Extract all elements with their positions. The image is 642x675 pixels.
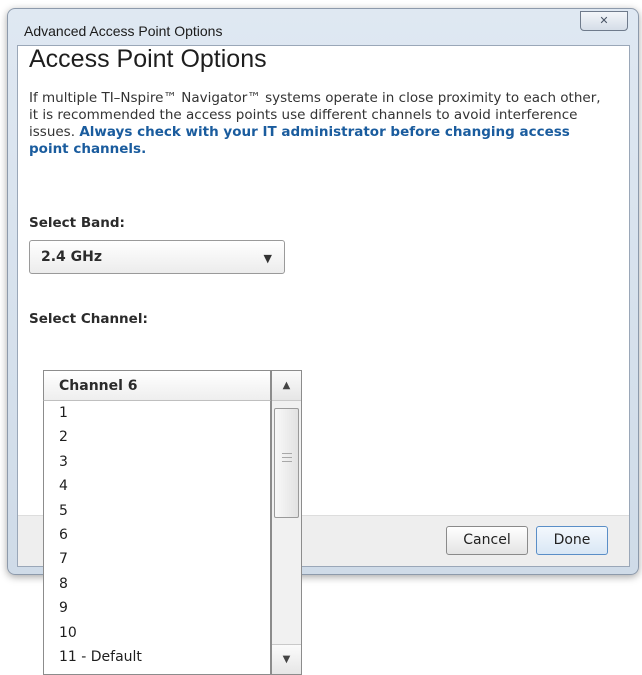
warning-text: Always check with your IT administrator … [29, 124, 570, 157]
description-text: If multiple TI–Nspire™ Navigator™ system… [29, 90, 609, 158]
title-bar[interactable]: Advanced Access Point Options ✕ [8, 9, 638, 47]
channel-options-list[interactable]: 1 2 3 4 5 6 7 8 9 10 11 - Default [43, 400, 271, 675]
channel-list-scrollbar[interactable]: ▲ ▼ [271, 370, 302, 675]
scroll-up-icon: ▲ [282, 380, 291, 391]
scroll-down-icon: ▼ [282, 654, 291, 665]
channel-option[interactable]: 3 [44, 450, 270, 474]
channel-option[interactable]: 4 [44, 474, 270, 498]
channel-option[interactable]: 8 [44, 572, 270, 596]
chevron-down-icon: ▼ [263, 252, 272, 265]
close-icon: ✕ [599, 14, 609, 27]
channel-option[interactable]: 2 [44, 425, 270, 449]
channel-option[interactable]: 1 [44, 401, 270, 425]
channel-option[interactable]: 5 [44, 499, 270, 523]
scroll-down-button[interactable]: ▼ [272, 644, 301, 674]
channel-option[interactable]: 9 [44, 596, 270, 620]
close-button[interactable]: ✕ [580, 11, 628, 31]
band-select-value: 2.4 GHz [41, 249, 103, 265]
grip-icon [282, 453, 292, 462]
page-title: Access Point Options [29, 45, 267, 73]
scroll-thumb[interactable] [274, 408, 299, 518]
channel-option[interactable]: 10 [44, 621, 270, 645]
band-select[interactable]: 2.4 GHz ▼ [29, 240, 285, 274]
scroll-up-button[interactable]: ▲ [272, 371, 301, 401]
done-button[interactable]: Done [536, 526, 608, 555]
band-label: Select Band: [29, 215, 125, 231]
channel-label: Select Channel: [29, 311, 148, 327]
channel-select-header[interactable]: Channel 6 [43, 370, 271, 400]
channel-select-value: Channel 6 [59, 378, 138, 394]
channel-option[interactable]: 7 [44, 547, 270, 571]
channel-option[interactable]: 6 [44, 523, 270, 547]
window-title: Advanced Access Point Options [24, 23, 223, 39]
cancel-button[interactable]: Cancel [446, 526, 528, 555]
channel-option[interactable]: 11 - Default [44, 645, 270, 669]
channel-select[interactable]: Channel 6 1 2 3 4 5 6 7 8 9 10 11 - Default ▲ ▼ [43, 370, 302, 675]
